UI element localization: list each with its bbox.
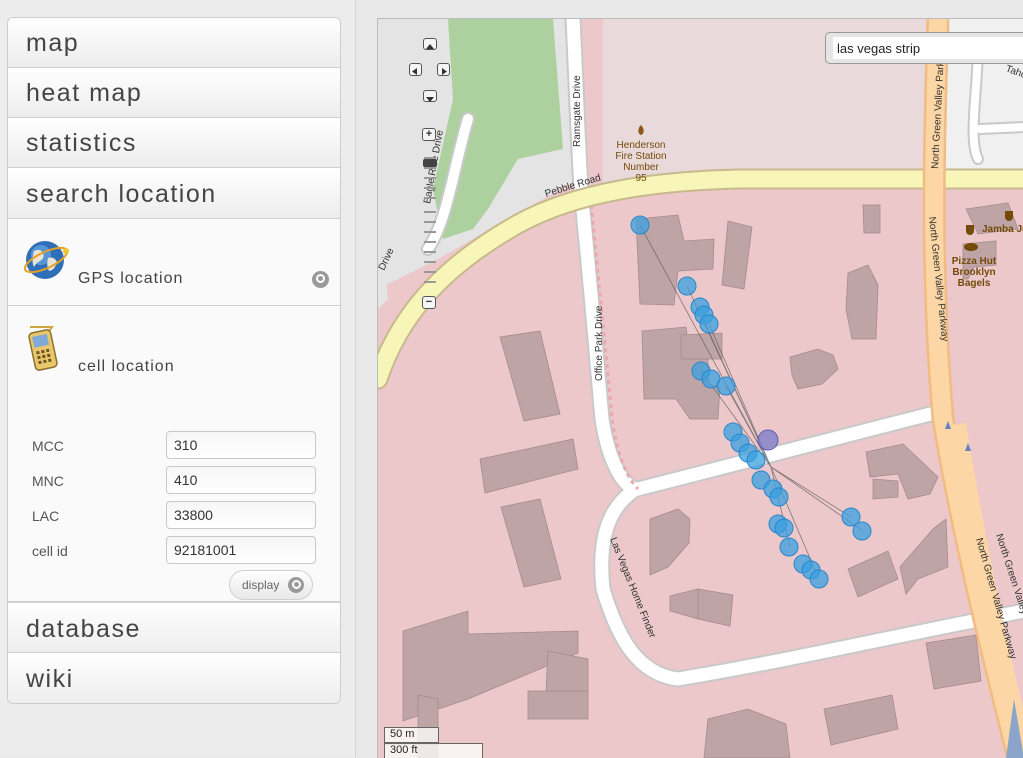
zoom-slider[interactable]: [423, 145, 437, 297]
zoom-slider-handle[interactable]: [423, 159, 437, 167]
mnc-input[interactable]: [166, 466, 316, 494]
section-statistics-header[interactable]: statistics: [8, 118, 340, 168]
arrow-left-icon: [412, 68, 417, 75]
map-view[interactable]: Pebble Road Ramsgate Drive Office Park D…: [377, 18, 1023, 758]
pan-right-button[interactable]: [437, 63, 450, 76]
cell-tower-marker[interactable]: [757, 429, 779, 451]
lac-input[interactable]: [166, 501, 316, 529]
zoom-out-button[interactable]: −: [422, 296, 436, 309]
globe-icon: [23, 241, 69, 279]
arrow-right-icon: [442, 68, 447, 75]
cell-id-label: cell id: [32, 543, 68, 559]
pan-left-button[interactable]: [409, 63, 422, 76]
road-label-ramsgate: Ramsgate Drive: [572, 75, 583, 147]
cell-phone-icon: [28, 326, 58, 371]
map-canvas: Pebble Road Ramsgate Drive Office Park D…: [378, 19, 1023, 758]
section-heat-map-header[interactable]: heat map: [8, 68, 340, 118]
display-button-label: display: [242, 578, 280, 592]
search-icon: [288, 577, 304, 593]
zoom-in-button[interactable]: +: [422, 128, 436, 141]
section-heat-map-label: heat map: [26, 79, 143, 107]
gps-location-panel[interactable]: GPS location: [8, 219, 340, 306]
cell-location-panel: cell location MCC MNC LAC cell id displa…: [8, 307, 340, 602]
sidebar: map heat map statistics search location …: [0, 0, 356, 757]
cafe-icon-2: [1005, 211, 1013, 221]
pan-down-button[interactable]: [423, 90, 437, 102]
section-search-location-header[interactable]: search location: [8, 168, 340, 219]
poi-fire-3: Number: [623, 162, 659, 173]
search-icon[interactable]: [312, 271, 329, 288]
poi-fire-1: Henderson: [617, 140, 666, 151]
scale-imperial: 300 ft: [384, 743, 483, 758]
poi-pizza: Pizza Hut: [952, 256, 997, 267]
poi-fire-2: Fire Station: [615, 151, 666, 162]
map-search-box: [825, 32, 1023, 64]
cafe-icon: [966, 225, 974, 235]
poi-jamba: Jamba Juice: [982, 224, 1023, 235]
mcc-input[interactable]: [166, 431, 316, 459]
display-button[interactable]: display: [229, 570, 313, 600]
cell-id-input[interactable]: [166, 536, 316, 564]
section-statistics-label: statistics: [26, 129, 137, 157]
section-map-label: map: [26, 29, 80, 57]
pan-up-button[interactable]: [423, 38, 437, 50]
mnc-label: MNC: [32, 473, 64, 489]
section-search-location-label: search location: [26, 180, 217, 208]
cell-location-label: cell location: [78, 358, 175, 375]
section-database-header[interactable]: database: [8, 602, 340, 653]
section-database-label: database: [26, 615, 141, 643]
section-wiki-header[interactable]: wiki: [8, 653, 340, 703]
poi-fire-4: 95: [635, 173, 647, 184]
section-map-header[interactable]: map: [8, 18, 340, 68]
scale-metric: 50 m: [384, 727, 439, 743]
road-label-office-park: Office Park Drive: [594, 305, 605, 381]
poi-brooklyn-2: Bagels: [958, 278, 991, 289]
section-wiki-label: wiki: [26, 665, 74, 693]
lac-label: LAC: [32, 508, 60, 524]
poi-brooklyn-1: Brooklyn: [952, 267, 995, 278]
sidebar-accordion: map heat map statistics search location …: [7, 17, 341, 704]
arrow-down-icon: [426, 97, 434, 102]
arrow-up-icon: [426, 44, 434, 49]
gps-location-label: GPS location: [78, 270, 184, 287]
map-search-input[interactable]: [833, 37, 1023, 59]
fast-food-icon: [964, 243, 978, 251]
mcc-label: MCC: [32, 438, 64, 454]
